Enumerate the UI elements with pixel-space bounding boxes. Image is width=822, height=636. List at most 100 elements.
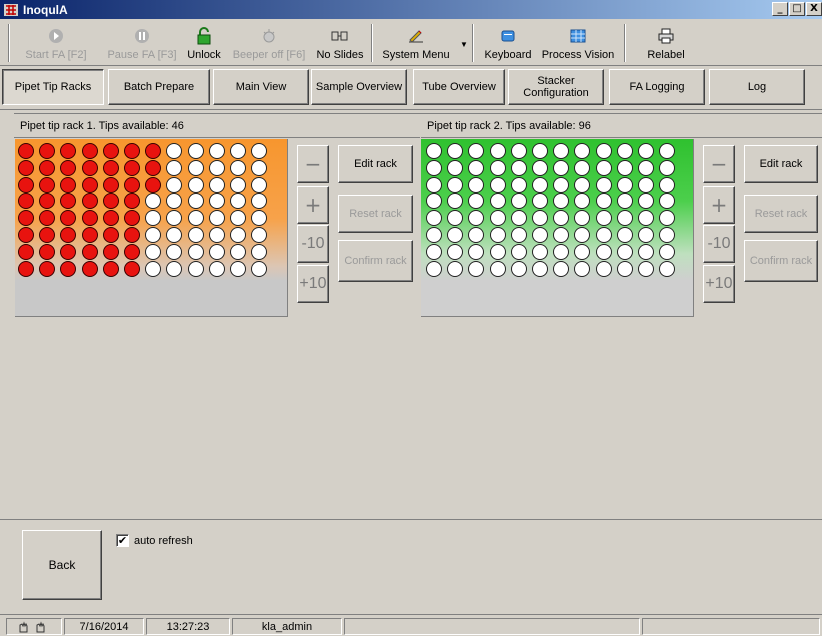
tip-well-available[interactable]	[447, 143, 464, 159]
tip-well-available[interactable]	[447, 226, 464, 243]
tip-well-empty[interactable]	[60, 143, 77, 159]
tip-well-available[interactable]	[251, 243, 268, 260]
tip-well-available[interactable]	[574, 159, 591, 176]
tip-well-available[interactable]	[187, 243, 204, 260]
tip-well-available[interactable]	[187, 193, 204, 210]
tip-well-empty[interactable]	[102, 226, 119, 243]
tip-well-empty[interactable]	[81, 260, 98, 277]
tip-well-empty[interactable]	[81, 143, 98, 159]
tip-well-available[interactable]	[468, 210, 485, 227]
tip-well-available[interactable]	[595, 243, 612, 260]
tab-log[interactable]: Log	[709, 69, 805, 105]
tip-well-available[interactable]	[553, 176, 570, 193]
tip-well-available[interactable]	[187, 210, 204, 227]
tip-well-available[interactable]	[489, 243, 506, 260]
tip-well-available[interactable]	[229, 176, 246, 193]
tip-well-available[interactable]	[489, 260, 506, 277]
tip-well-available[interactable]	[659, 260, 676, 277]
tip-well-available[interactable]	[187, 143, 204, 159]
tip-well-available[interactable]	[553, 243, 570, 260]
process-vision-button[interactable]: Process Vision	[538, 22, 618, 64]
tip-well-available[interactable]	[531, 159, 548, 176]
tip-well-available[interactable]	[574, 260, 591, 277]
tip-well-available[interactable]	[426, 159, 442, 176]
tip-well-available[interactable]	[447, 193, 464, 210]
tip-well-available[interactable]	[489, 176, 506, 193]
tip-well-available[interactable]	[208, 243, 225, 260]
tip-well-available[interactable]	[616, 243, 633, 260]
tip-well-empty[interactable]	[102, 193, 119, 210]
minimize-button[interactable]: _	[772, 2, 788, 16]
tip-well-available[interactable]	[574, 210, 591, 227]
tip-well-available[interactable]	[426, 176, 442, 193]
tip-well-empty[interactable]	[39, 193, 56, 210]
auto-refresh-checkbox[interactable]: ✔	[116, 534, 129, 547]
tip-well-available[interactable]	[595, 226, 612, 243]
tip-well-available[interactable]	[510, 193, 527, 210]
tip-well-available[interactable]	[166, 210, 183, 227]
tip-well-available[interactable]	[553, 226, 570, 243]
system-menu-button[interactable]: System Menu	[378, 22, 454, 64]
tip-well-empty[interactable]	[39, 159, 56, 176]
tab-main-view[interactable]: Main View	[213, 69, 309, 105]
tip-well-empty[interactable]	[102, 143, 119, 159]
tip-well-empty[interactable]	[39, 143, 56, 159]
tip-well-empty[interactable]	[39, 210, 56, 227]
tip-well-available[interactable]	[426, 260, 442, 277]
tip-well-available[interactable]	[616, 210, 633, 227]
tip-well-available[interactable]	[166, 260, 183, 277]
tip-well-available[interactable]	[510, 159, 527, 176]
tip-well-available[interactable]	[468, 159, 485, 176]
pause-fa-button[interactable]: Pause FA [F3]	[104, 22, 180, 64]
tip-well-available[interactable]	[574, 193, 591, 210]
tab-fa-logging[interactable]: FA Logging	[609, 69, 705, 105]
tip-well-empty[interactable]	[102, 176, 119, 193]
tip-well-available[interactable]	[426, 143, 442, 159]
tip-well-available[interactable]	[659, 210, 676, 227]
tip-well-available[interactable]	[659, 226, 676, 243]
tip-well-available[interactable]	[187, 159, 204, 176]
tip-well-available[interactable]	[166, 176, 183, 193]
tip-well-available[interactable]	[531, 193, 548, 210]
tip-well-available[interactable]	[531, 243, 548, 260]
tip-well-available[interactable]	[531, 226, 548, 243]
tip-well-available[interactable]	[659, 159, 676, 176]
tip-well-empty[interactable]	[102, 260, 119, 277]
tip-well-available[interactable]	[595, 143, 612, 159]
start-fa-button[interactable]: Start FA [F2]	[18, 22, 94, 64]
tip-well-empty[interactable]	[60, 243, 77, 260]
tip-well-empty[interactable]	[123, 159, 140, 176]
tip-well-empty[interactable]	[60, 226, 77, 243]
rack-2-plus10-button[interactable]: +10	[703, 265, 735, 303]
tab-sample-overview[interactable]: Sample Overview	[311, 69, 407, 105]
no-slides-button[interactable]: No Slides	[314, 22, 366, 64]
tip-well-available[interactable]	[426, 193, 442, 210]
tip-well-available[interactable]	[595, 176, 612, 193]
tip-well-available[interactable]	[531, 143, 548, 159]
rack-2-plus-button[interactable]: +	[703, 186, 735, 224]
tip-well-available[interactable]	[229, 159, 246, 176]
tip-well-empty[interactable]	[123, 226, 140, 243]
tip-well-empty[interactable]	[145, 143, 162, 159]
tip-well-empty[interactable]	[102, 159, 119, 176]
tip-well-available[interactable]	[659, 243, 676, 260]
tip-well-empty[interactable]	[81, 210, 98, 227]
tip-well-available[interactable]	[468, 260, 485, 277]
tab-tube-overview[interactable]: Tube Overview	[413, 69, 505, 105]
tip-well-available[interactable]	[616, 193, 633, 210]
tip-well-available[interactable]	[616, 143, 633, 159]
tip-well-empty[interactable]	[123, 193, 140, 210]
tip-well-empty[interactable]	[123, 260, 140, 277]
tip-well-available[interactable]	[447, 176, 464, 193]
tip-well-available[interactable]	[426, 243, 442, 260]
tip-well-available[interactable]	[145, 243, 162, 260]
tip-well-available[interactable]	[426, 226, 442, 243]
tip-well-empty[interactable]	[39, 226, 56, 243]
rack-2-edit-button[interactable]: Edit rack	[744, 145, 818, 183]
tip-well-empty[interactable]	[18, 260, 34, 277]
tip-well-available[interactable]	[616, 226, 633, 243]
keyboard-button[interactable]: Keyboard	[480, 22, 536, 64]
tip-well-available[interactable]	[166, 243, 183, 260]
rack-1-plus-button[interactable]: +	[297, 186, 329, 224]
tip-well-empty[interactable]	[123, 243, 140, 260]
